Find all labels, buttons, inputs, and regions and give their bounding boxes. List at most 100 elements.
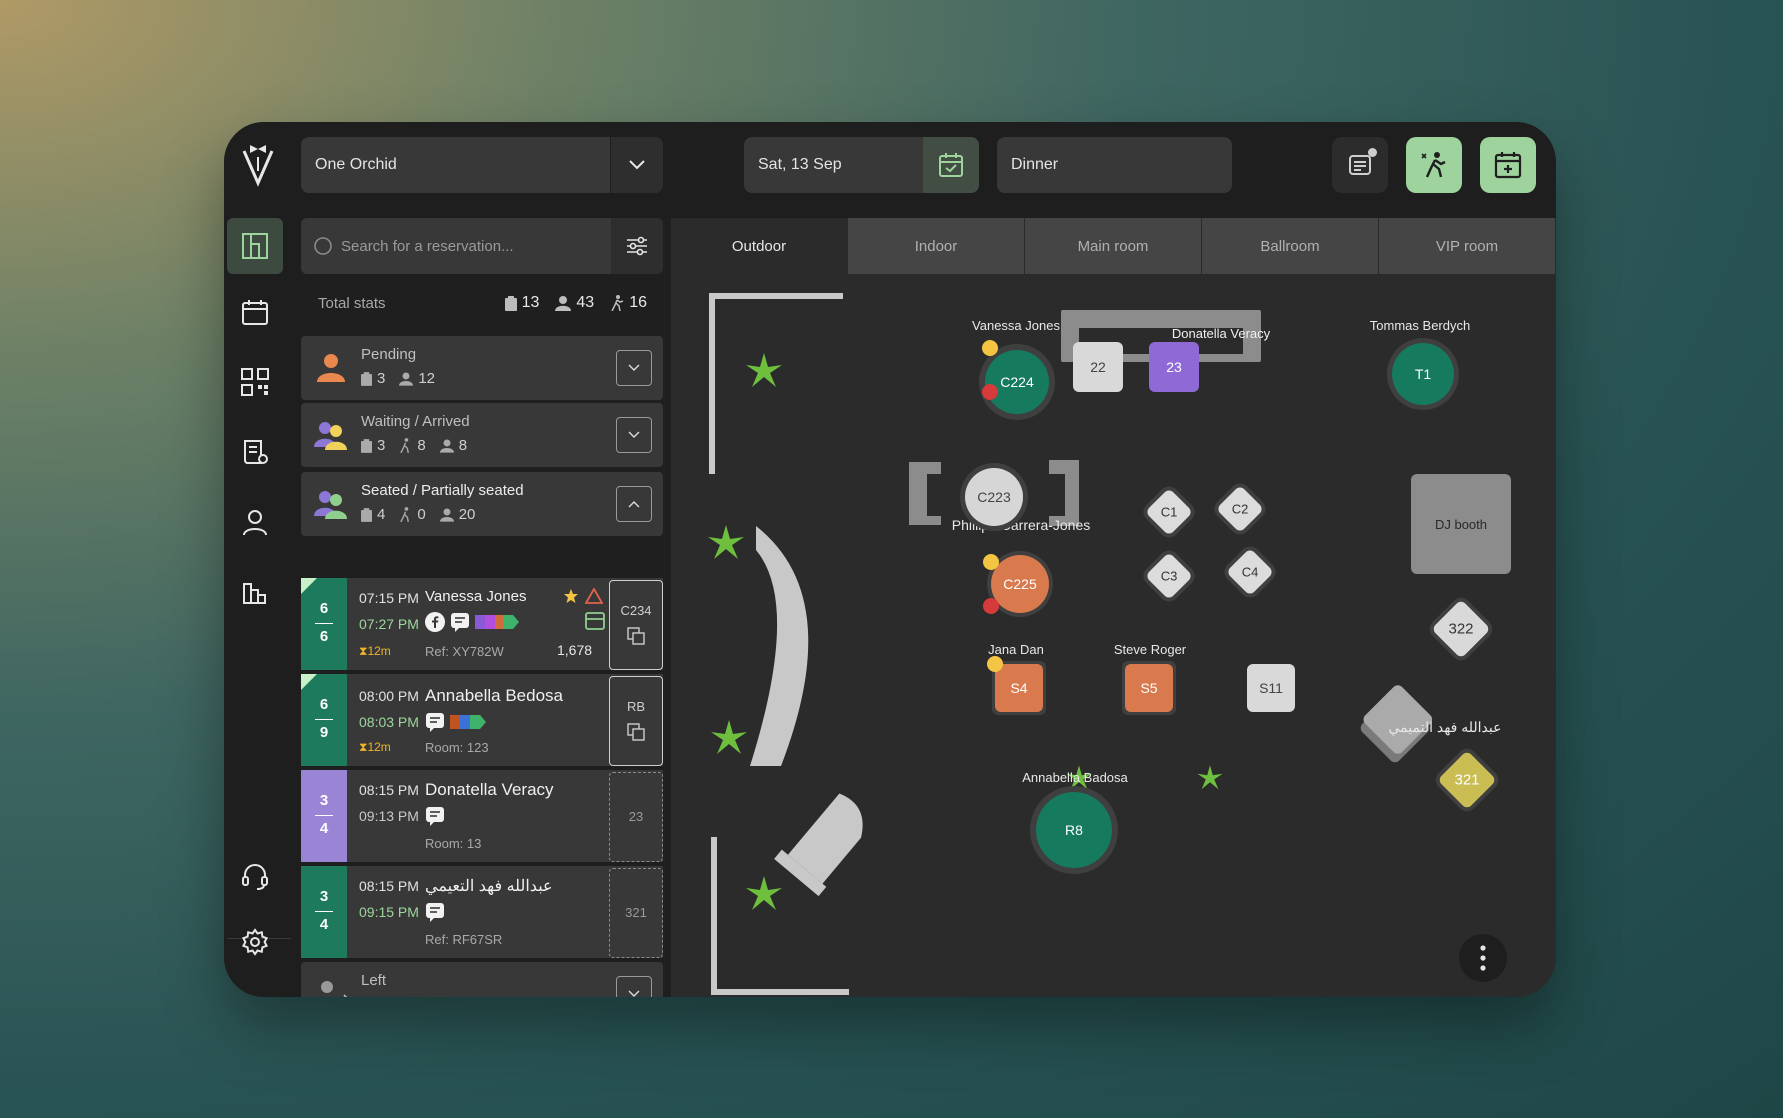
sidebar-item-floor-plan[interactable] [227,218,283,274]
plant-icon [711,720,747,754]
party-size: 6 6 [301,578,347,670]
reservation-time: 07:15 PM [359,590,419,606]
party-size: 3 4 [301,770,347,862]
table-t1[interactable]: T1 [1392,343,1454,405]
search-input[interactable]: Search for a reservation... [341,238,611,255]
sidebar-item-settings[interactable] [227,914,283,970]
chevron-down-icon[interactable] [616,350,652,386]
table-c223[interactable]: C223 [965,468,1023,526]
alert-badge [982,384,998,400]
group-stats: 4 0 20 [361,506,475,523]
plant-icon [746,876,782,910]
chevron-down-icon[interactable] [616,417,652,453]
spend-amount: 1,678 [557,642,593,658]
assigned-table[interactable]: RB [609,676,663,766]
facebook-icon [425,612,445,632]
analytics-icon [243,583,266,604]
headset-icon [242,864,268,890]
group-title: Waiting / Arrived [361,413,470,430]
dj-booth[interactable]: DJ booth [1411,474,1511,574]
group-left[interactable]: Left 3 4 7 [301,962,663,997]
piano-icon [774,793,863,897]
pending-guest-icon [317,354,345,382]
calendar-icon [242,300,268,325]
reservation-tags [425,712,490,732]
qr-code-icon [241,368,269,396]
chevron-up-icon[interactable] [616,486,652,522]
more-options-button[interactable] [1459,934,1507,982]
notification-dot [1368,148,1377,157]
table-23[interactable]: 23 [1149,342,1199,392]
sidebar-item-guests[interactable] [227,494,283,550]
table-c224[interactable]: C224 [985,350,1049,414]
person-icon [439,507,454,522]
table-22[interactable]: 22 [1073,342,1123,392]
tab-vip-room[interactable]: VIP room [1379,218,1556,274]
floor-canvas: Vanessa Jones Donatella Veracy Tommas Be… [671,274,1556,997]
reservation-card[interactable]: 6 9 08:00 PM 08:03 PM ⧗12m Annabella Bed… [301,674,663,766]
reservation-card[interactable]: 3 4 08:15 PM 09:15 PM عبدالله فهد التعيم… [301,866,663,958]
table-s4[interactable]: S4 [995,664,1043,712]
group-title: Pending [361,346,417,363]
group-pending[interactable]: Pending 3 12 [301,336,663,400]
room-number: Room: 13 [425,836,482,851]
star-badge [987,656,1003,672]
total-stats: Total stats 13 43 16 [301,274,663,332]
party-size: 3 4 [301,866,347,958]
chevron-down-icon[interactable] [616,976,652,997]
logo-icon [242,145,274,187]
calendar-check-icon[interactable] [923,137,979,193]
arrival-time: 09:13 PM [359,808,419,824]
walk-in-button[interactable] [1406,137,1462,193]
reservation-card[interactable]: 6 6 07:15 PM 07:27 PM ⧗12m Vanessa Jones… [301,578,663,670]
new-reservation-button[interactable] [1480,137,1536,193]
venue-select[interactable]: One Orchid [301,137,663,193]
reservation-time: 08:00 PM [359,688,419,704]
tab-outdoor[interactable]: Outdoor [671,218,848,274]
star-badge [982,340,998,356]
table-s5[interactable]: S5 [1125,664,1173,712]
chevron-down-icon[interactable] [610,137,663,193]
venue-name: One Orchid [315,156,397,173]
sidebar-item-support[interactable] [227,848,283,904]
left-guest-icon [321,981,348,997]
sidebar-item-qr-code[interactable] [227,354,283,410]
clipboard-icon [361,371,372,386]
reference: Ref: RF67SR [425,932,503,947]
assigned-table[interactable]: 321 [609,868,663,958]
notes-button[interactable] [1332,137,1388,193]
guest-label: Vanessa Jones [972,318,1060,333]
assigned-table[interactable]: C234 [609,580,663,670]
guest-label: Annabella Badosa [1022,770,1128,785]
sidebar-item-analytics[interactable] [227,564,283,620]
date-picker[interactable]: Sat, 13 Sep [744,137,979,193]
reservation-tags [425,806,445,826]
plant-icon [708,525,744,559]
reservation-card[interactable]: 3 4 08:15 PM 09:13 PM Donatella Veracy R… [301,770,663,862]
filter-button[interactable] [611,218,663,274]
plant-icon [746,353,782,387]
table-s11[interactable]: S11 [1247,664,1295,712]
tab-ballroom[interactable]: Ballroom [1202,218,1379,274]
assigned-table[interactable]: 23 [609,772,663,862]
tags-icon [450,715,486,729]
stats-reservations: 13 [504,294,539,312]
search-bar[interactable]: Search for a reservation... [301,218,663,274]
group-seated[interactable]: Seated / Partially seated 4 0 20 [301,472,663,536]
tab-indoor[interactable]: Indoor [848,218,1025,274]
shift-select[interactable]: Dinner [997,137,1232,193]
star-icon [564,589,578,603]
group-waiting[interactable]: Waiting / Arrived 3 8 8 [301,403,663,467]
sidebar-item-calendar[interactable] [227,284,283,340]
walking-icon [400,507,410,522]
note-icon [451,613,469,632]
table-c225[interactable]: C225 [991,555,1049,613]
room-number: Room: 123 [425,740,489,755]
clipboard-icon [361,507,372,522]
more-vertical-icon [1480,945,1486,971]
tab-main-room[interactable]: Main room [1025,218,1202,274]
walk-in-icon [1421,152,1446,178]
table-r8[interactable]: R8 [1036,792,1112,868]
walking-icon [611,295,624,311]
sidebar-item-menu[interactable] [227,424,283,480]
